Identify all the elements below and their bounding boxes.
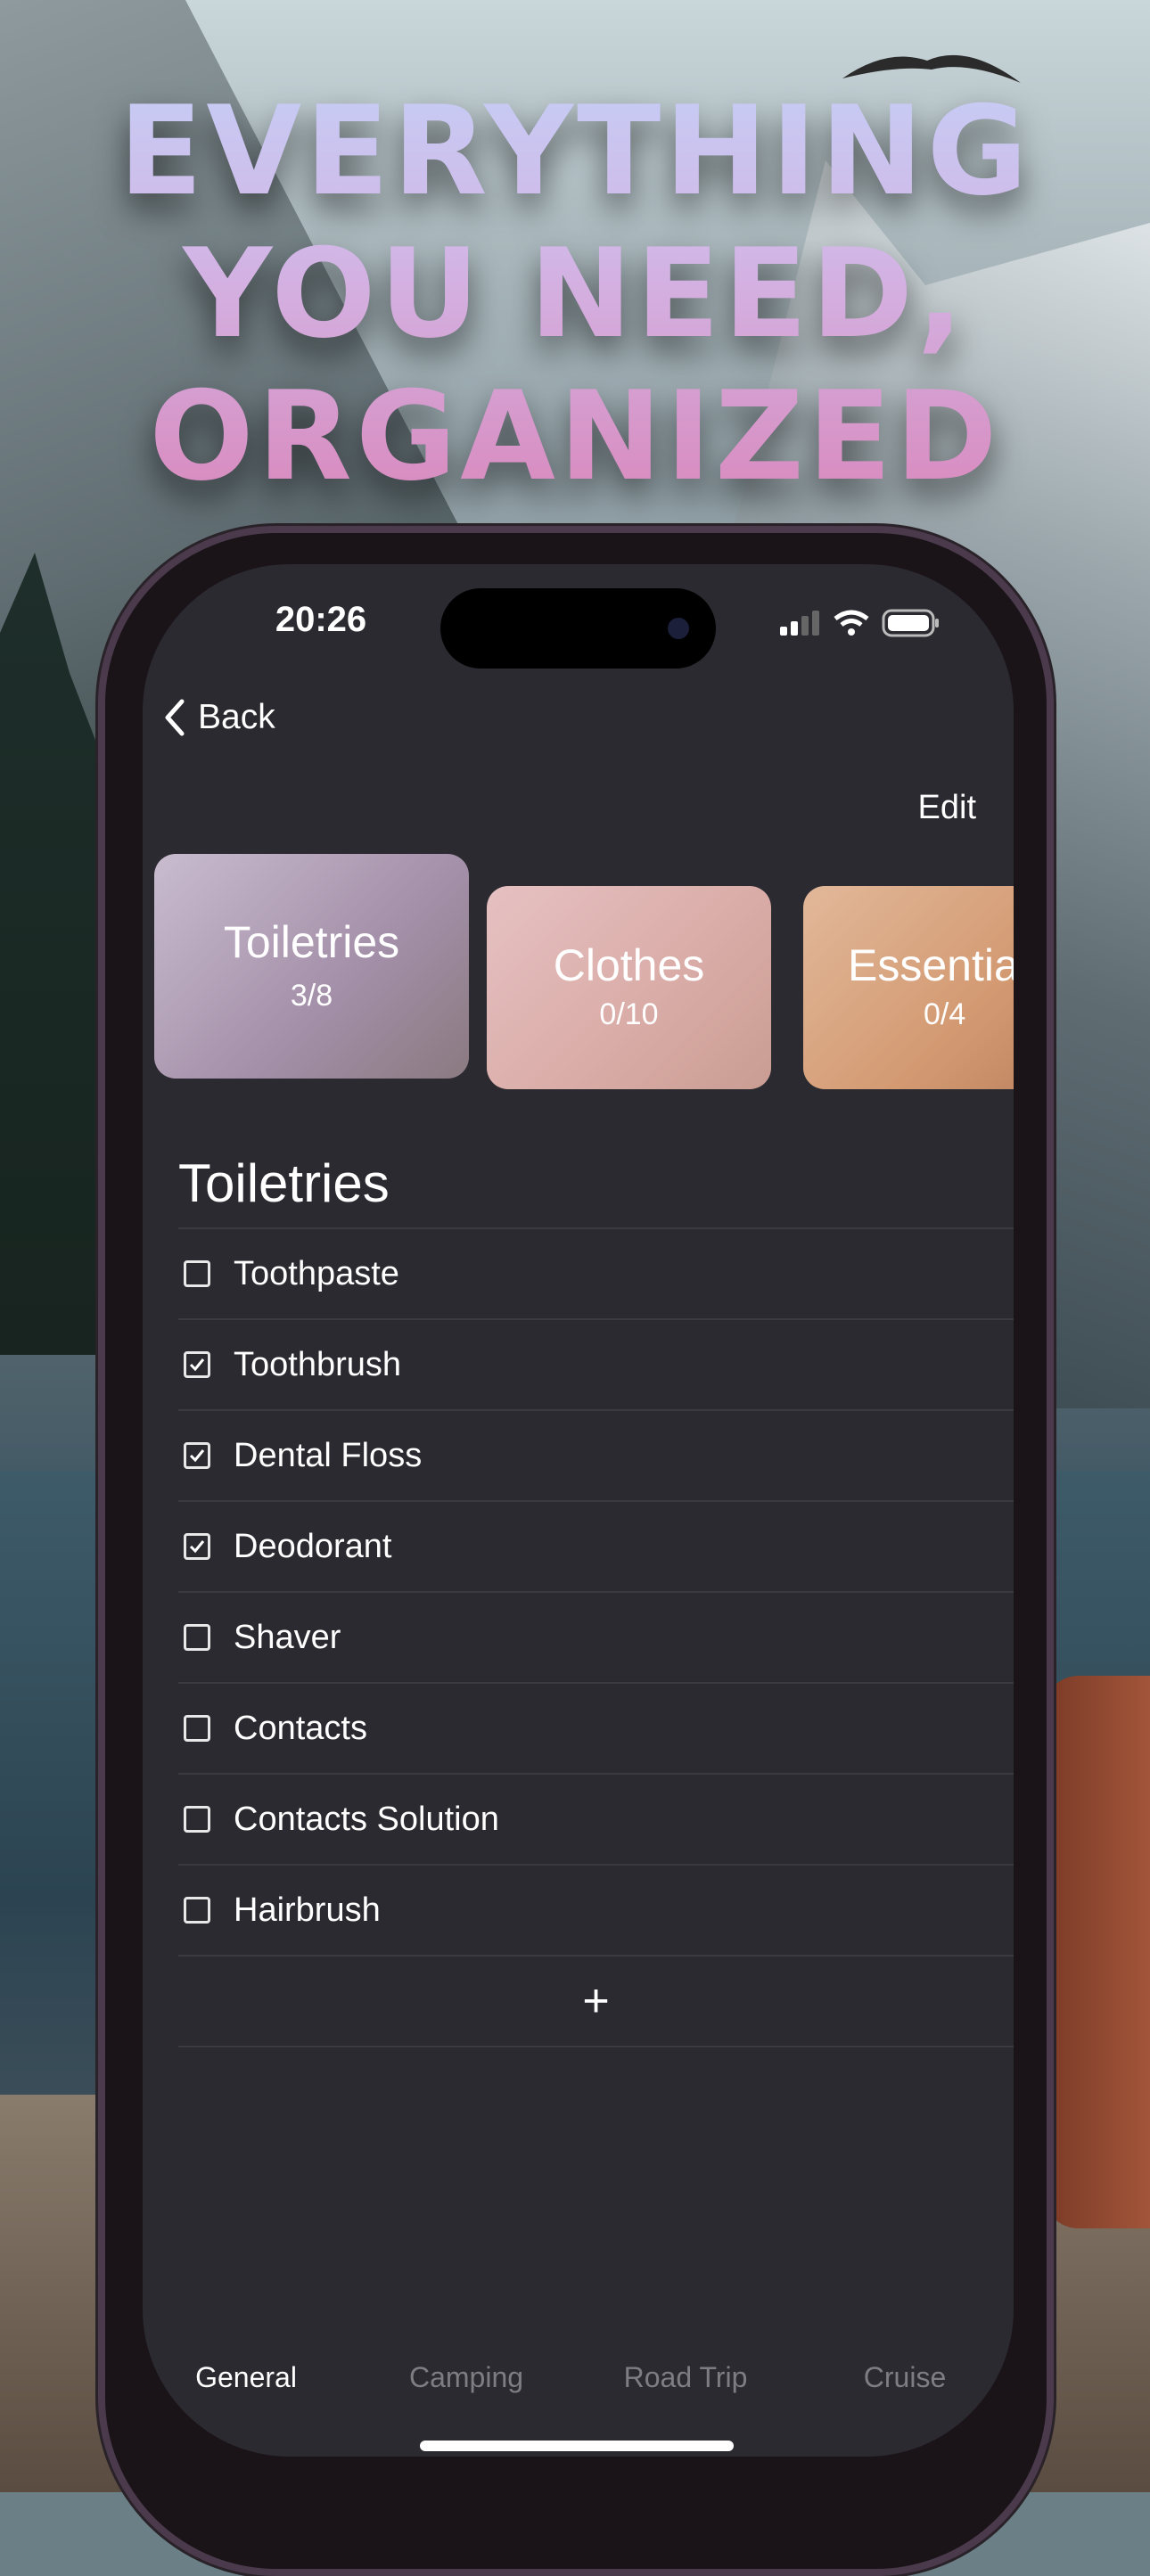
tab-bar: General Camping Road Trip Cruise — [143, 2361, 1014, 2400]
list-item[interactable]: Toothbrush — [178, 1318, 1014, 1409]
checkbox-unchecked[interactable] — [184, 1715, 210, 1742]
item-list: Toothpaste Toothbrush Dental Floss Deodoran… — [178, 1227, 1014, 2047]
dynamic-island — [440, 588, 716, 669]
category-title: Essentials — [848, 940, 1014, 990]
item-label: Shaver — [234, 1618, 341, 1656]
checkbox-unchecked[interactable] — [184, 1806, 210, 1833]
app-screen: 20:26 Back Edit Toiletries 3/8 Clothes 0… — [143, 564, 1014, 2457]
camera-icon — [668, 618, 689, 639]
list-item[interactable]: Toothpaste — [178, 1227, 1014, 1318]
list-item[interactable]: Contacts Solution — [178, 1773, 1014, 1864]
category-count: 0/4 — [924, 997, 966, 1031]
item-label: Dental Floss — [234, 1436, 423, 1474]
headline-line: EVERYTHING — [119, 79, 1031, 223]
category-card-essentials[interactable]: Essentials 0/4 — [803, 886, 1014, 1089]
list-item[interactable]: Contacts — [178, 1682, 1014, 1773]
item-label: Toothbrush — [234, 1345, 402, 1383]
chevron-left-icon — [165, 699, 185, 736]
category-title: Clothes — [553, 940, 705, 990]
list-item[interactable]: Shaver — [178, 1591, 1014, 1682]
wifi-icon — [834, 610, 869, 636]
checkbox-checked[interactable] — [184, 1351, 210, 1378]
category-count: 0/10 — [599, 997, 659, 1031]
tab-general[interactable]: General — [195, 2361, 297, 2394]
tab-cruise[interactable]: Cruise — [864, 2361, 946, 2394]
list-item[interactable]: Deodorant — [178, 1500, 1014, 1591]
headline-line: YOU NEED, — [183, 222, 967, 365]
checkmark-icon — [189, 1540, 205, 1554]
checkbox-unchecked[interactable] — [184, 1897, 210, 1924]
item-label: Contacts — [234, 1709, 367, 1747]
section-title: Toiletries — [178, 1153, 390, 1213]
status-time: 20:26 — [275, 600, 367, 639]
tab-camping[interactable]: Camping — [409, 2361, 523, 2394]
checkbox-checked[interactable] — [184, 1533, 210, 1560]
headline-line: ORGANIZED — [149, 365, 1001, 508]
item-label: Hairbrush — [234, 1891, 381, 1929]
checkbox-checked[interactable] — [184, 1442, 210, 1469]
home-indicator[interactable] — [420, 2441, 734, 2451]
tab-road-trip[interactable]: Road Trip — [624, 2361, 748, 2394]
add-item-button[interactable]: + — [178, 1955, 1014, 2047]
category-count: 3/8 — [290, 979, 333, 1013]
list-item[interactable]: Dental Floss — [178, 1409, 1014, 1500]
background-suitcase — [1043, 1676, 1150, 2228]
item-label: Contacts Solution — [234, 1800, 499, 1838]
item-label: Deodorant — [234, 1527, 392, 1565]
category-card-toiletries[interactable]: Toiletries 3/8 — [154, 854, 469, 1079]
signal-icon — [780, 611, 819, 636]
checkmark-icon — [189, 1449, 205, 1463]
headline: EVERYTHING YOU NEED, ORGANIZED — [0, 80, 1150, 508]
checkbox-unchecked[interactable] — [184, 1624, 210, 1651]
back-button[interactable]: Back — [164, 698, 275, 737]
back-label: Back — [198, 698, 275, 736]
battery-icon — [882, 609, 939, 637]
list-item[interactable]: Hairbrush — [178, 1864, 1014, 1955]
category-card-clothes[interactable]: Clothes 0/10 — [487, 886, 771, 1089]
category-title: Toiletries — [223, 917, 400, 967]
status-icons — [780, 609, 941, 637]
item-label: Toothpaste — [234, 1254, 399, 1292]
edit-button[interactable]: Edit — [918, 789, 976, 827]
checkmark-icon — [189, 1358, 205, 1372]
checkbox-unchecked[interactable] — [184, 1260, 210, 1287]
